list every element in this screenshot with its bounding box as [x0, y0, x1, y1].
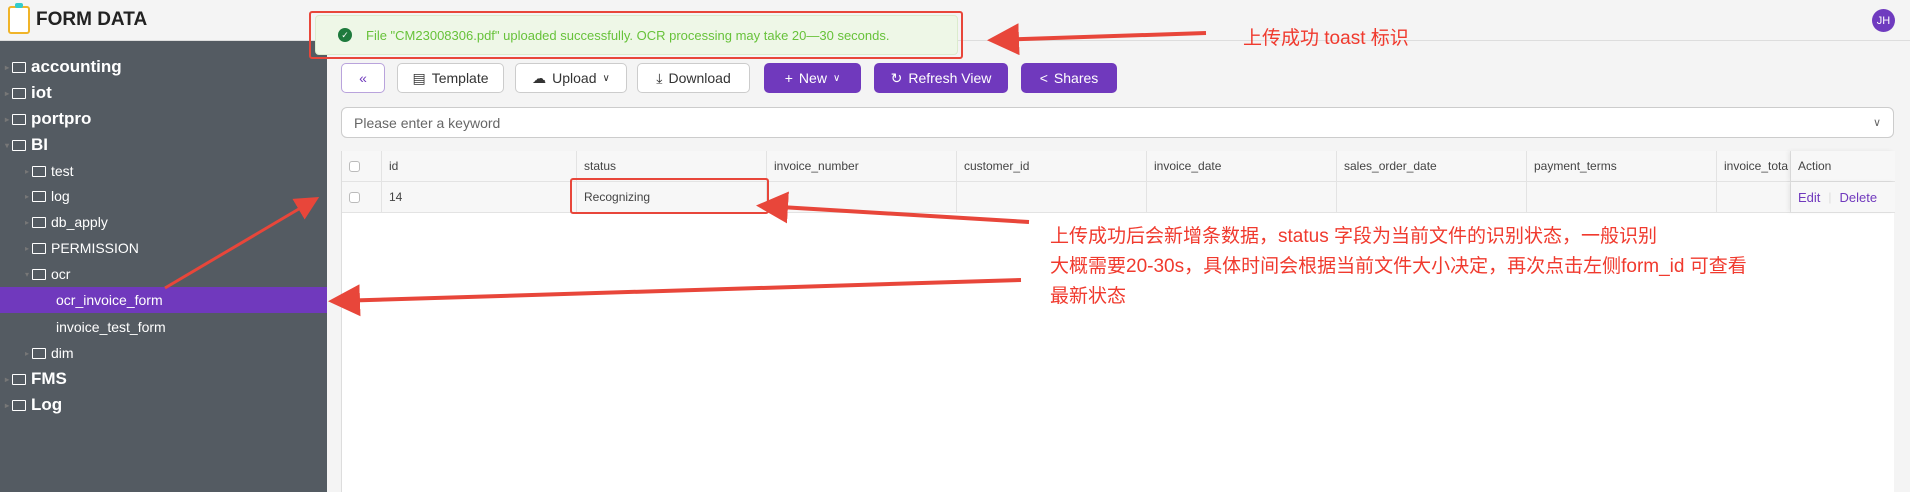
arrow-to-status — [756, 191, 1030, 224]
row-annotation-line: 最新状态 — [1050, 286, 1127, 307]
row-annotation-line: 大概需要20-30s，具体时间会根据当前文件大小决定，再次点击左侧form_id… — [1050, 256, 1747, 277]
arrow-to-form — [328, 278, 1022, 317]
toast-annotation: 上传成功 toast 标识 — [1243, 28, 1409, 49]
arrow-to-toast — [987, 23, 1207, 56]
row-annotation-line: 上传成功后会新增条数据，status 字段为当前文件的识别状态，一般识别 — [1050, 226, 1657, 247]
row-annotation: 上传成功后会新增条数据，status 字段为当前文件的识别状态，一般识别 大概需… — [1050, 222, 1747, 312]
arrow-to-row — [164, 196, 320, 290]
